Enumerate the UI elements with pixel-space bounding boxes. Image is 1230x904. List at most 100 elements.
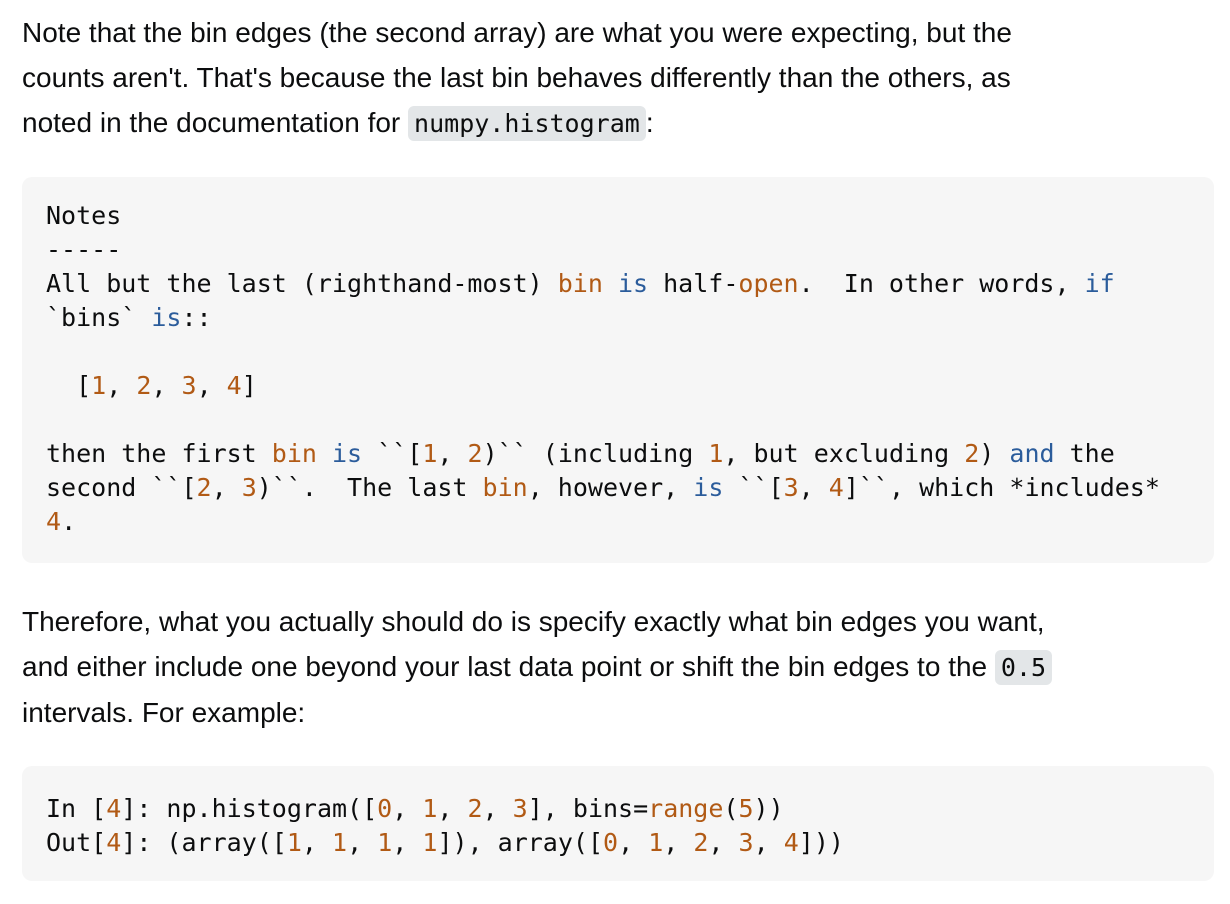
code-number: 2: [964, 439, 980, 468]
code-text: ]), array([: [437, 828, 604, 857]
code-number: 1: [422, 828, 438, 857]
code-number: 3: [512, 794, 528, 823]
code-keyword: and: [1009, 439, 1055, 468]
code-text: ,: [196, 371, 227, 400]
code-number: 3: [181, 371, 197, 400]
code-number: 1: [91, 371, 107, 400]
code-number: 5: [738, 794, 754, 823]
code-text: . In other words,: [798, 269, 1085, 298]
therefore-paragraph: Therefore, what you actually should do i…: [22, 599, 1214, 735]
code-text: ,: [753, 828, 784, 857]
intro-line-3-colon: :: [645, 107, 654, 138]
code-text: then the first: [46, 439, 272, 468]
code-text: Notes: [46, 201, 122, 230]
answer-body: Note that the bin edges (the second arra…: [22, 0, 1214, 881]
code-number: 4: [783, 828, 799, 857]
therefore-line-2-text: and either include one beyond your last …: [22, 651, 995, 682]
intro-line-1: Note that the bin edges (the second arra…: [22, 17, 1012, 48]
code-literal: bin: [271, 439, 317, 468]
code-text: ,: [708, 828, 739, 857]
therefore-line-3: intervals. For example:: [22, 697, 306, 728]
notes-code-block: Notes ----- All but the last (righthand-mo…: [22, 177, 1214, 563]
code-literal: open: [738, 269, 799, 298]
code-text: .: [61, 507, 77, 536]
code-number: 1: [422, 794, 438, 823]
code-literal: bin: [482, 473, 528, 502]
code-text: All but the last (righthand-most): [46, 269, 558, 298]
code-number: 2: [467, 439, 483, 468]
code-line: All but the last (righthand-most) bin is…: [46, 267, 1214, 301]
code-line: `bins` is::: [46, 301, 1214, 335]
intro-paragraph: Note that the bin edges (the second arra…: [22, 0, 1214, 146]
code-text: -----: [46, 235, 122, 264]
code-text: )`` (including: [482, 439, 709, 468]
code-keyword: if: [1084, 269, 1115, 298]
code-text: ,: [151, 371, 182, 400]
code-number: 2: [693, 828, 709, 857]
code-text: ])): [798, 828, 844, 857]
code-number: 4: [226, 371, 242, 400]
code-line: Notes: [46, 199, 1214, 233]
code-text: ``[: [723, 473, 784, 502]
code-number: 4: [46, 507, 62, 536]
code-keyword: is: [693, 473, 724, 502]
code-text: [: [46, 371, 92, 400]
code-number: 2: [196, 473, 212, 502]
code-text: ,: [392, 828, 423, 857]
code-number: 1: [377, 828, 393, 857]
code-text: ::: [181, 303, 212, 332]
code-line: Out[4]: (array([1, 1, 1, 1]), array([0, …: [46, 826, 1214, 860]
code-text: ): [979, 439, 1010, 468]
intro-line-3-text: noted in the documentation for: [22, 107, 409, 138]
code-text: )``. The last: [256, 473, 483, 502]
code-number: 4: [106, 828, 122, 857]
code-keyword: is: [617, 269, 649, 298]
code-number: 3: [241, 473, 257, 502]
code-text: ,: [211, 473, 242, 502]
code-keyword: is: [151, 303, 182, 332]
code-text: second ``[: [46, 473, 197, 502]
code-text: ,: [301, 828, 333, 857]
code-text: ,: [798, 473, 829, 502]
code-number: 2: [467, 794, 483, 823]
code-text: ]: np.histogram([: [121, 794, 378, 823]
code-text: (: [723, 794, 739, 823]
code-line: second ``[2, 3)``. The last bin, however…: [46, 471, 1214, 505]
code-text: ,: [618, 828, 649, 857]
intro-line-2: counts aren't. That's because the last b…: [22, 62, 1011, 93]
code-literal: bin: [557, 269, 603, 298]
code-line: -----: [46, 233, 1214, 267]
code-line: 4.: [46, 505, 1214, 539]
code-number: 0: [603, 828, 619, 857]
code-number: 1: [332, 828, 348, 857]
code-line: [1, 2, 3, 4]: [46, 369, 1214, 403]
therefore-line-1: Therefore, what you actually should do i…: [22, 606, 1045, 637]
code-text: In [: [46, 794, 107, 823]
code-number: 1: [286, 828, 302, 857]
code-text: ,: [437, 439, 468, 468]
code-text: the: [1054, 439, 1115, 468]
code-text: , however,: [527, 473, 694, 502]
code-number: 1: [708, 439, 724, 468]
code-number: 4: [106, 794, 122, 823]
code-number: 3: [738, 828, 754, 857]
code-text: ]: [241, 371, 257, 400]
code-number: 1: [648, 828, 664, 857]
code-number: 3: [783, 473, 799, 502]
example-code-block: In [4]: np.histogram([0, 1, 2, 3], bins=…: [22, 766, 1214, 881]
code-text: ]: (array([: [121, 828, 287, 857]
code-number: 0: [377, 794, 393, 823]
code-builtin: range: [648, 794, 724, 823]
code-text: ,: [482, 794, 513, 823]
inline-code-numpy-histogram: numpy.histogram: [408, 106, 646, 141]
code-keyword: is: [332, 439, 363, 468]
code-text: half-: [648, 269, 739, 298]
code-number: 4: [828, 473, 844, 502]
code-text: , but excluding: [723, 439, 965, 468]
code-line: then the first bin is ``[1, 2)`` (includ…: [46, 437, 1214, 471]
code-text: ,: [437, 794, 468, 823]
code-text: ], bins=: [527, 794, 649, 823]
